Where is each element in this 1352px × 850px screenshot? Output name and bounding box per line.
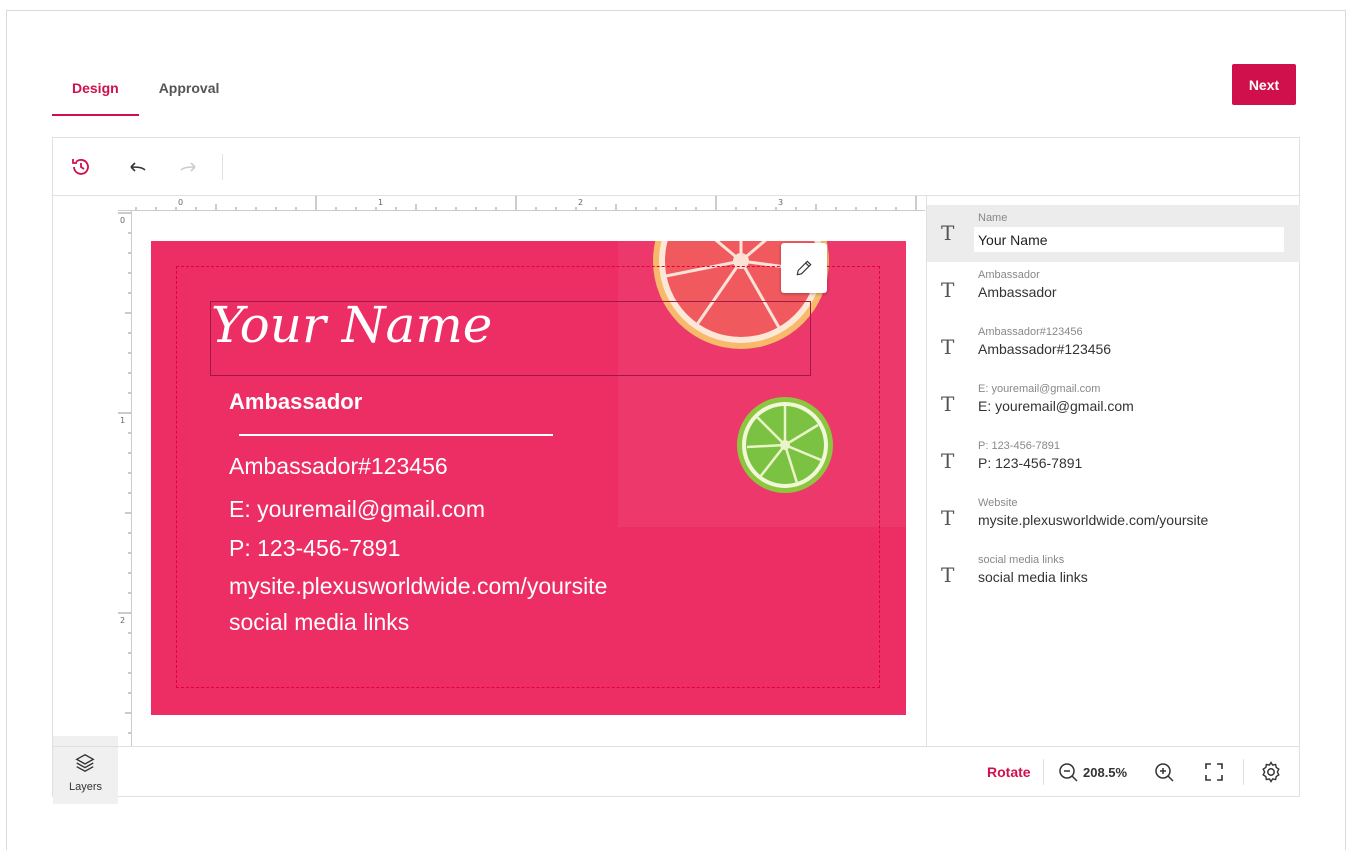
field-row-ambassador[interactable]: T Ambassador Ambassador <box>927 262 1300 319</box>
card-phone-text[interactable]: P: 123-456-7891 <box>229 535 400 562</box>
vertical-ruler: 0 1 2 <box>118 211 132 746</box>
fit-screen-icon[interactable] <box>1202 760 1226 784</box>
card-website-text[interactable]: mysite.plexusworldwide.com/yoursite <box>229 573 607 600</box>
field-row-phone[interactable]: T P: 123-456-7891 P: 123-456-7891 <box>927 433 1300 490</box>
field-value: mysite.plexusworldwide.com/yoursite <box>978 512 1209 528</box>
ruler-label: 2 <box>120 616 125 625</box>
pencil-icon <box>796 260 812 276</box>
left-tool-strip: Layers <box>53 196 118 804</box>
text-type-icon: T <box>941 563 955 587</box>
field-row-id[interactable]: T Ambassador#123456 Ambassador#123456 <box>927 319 1300 376</box>
card-email-text[interactable]: E: youremail@gmail.com <box>229 496 485 523</box>
card-social-text[interactable]: social media links <box>229 609 409 636</box>
field-row-social[interactable]: T social media links social media links <box>927 547 1300 604</box>
text-type-icon: T <box>941 449 955 473</box>
text-type-icon: T <box>941 335 955 359</box>
selection-box <box>210 301 811 376</box>
text-type-icon: T <box>941 506 955 530</box>
field-value: Ambassador <box>978 284 1057 300</box>
edit-text-button[interactable] <box>781 243 827 293</box>
zoom-out-icon[interactable] <box>1056 760 1080 784</box>
card-divider-line[interactable] <box>239 434 553 436</box>
field-label: P: 123-456-7891 <box>978 440 1060 452</box>
design-editor: Layers 0 1 2 3 0 1 2 Your Name Ambassador Amb… <box>52 137 1300 804</box>
editor-toolbar <box>53 138 1299 196</box>
ruler-label: 1 <box>378 198 383 207</box>
zoom-in-icon[interactable] <box>1152 760 1176 784</box>
field-label: Name <box>978 212 1008 224</box>
next-button[interactable]: Next <box>1232 64 1296 105</box>
zoom-level: 208.5% <box>1083 765 1128 780</box>
text-type-icon: T <box>941 392 955 416</box>
ruler-label: 1 <box>120 416 125 425</box>
business-card[interactable]: Your Name Ambassador Ambassador#123456 E… <box>151 241 906 715</box>
card-id-text[interactable]: Ambassador#123456 <box>229 453 448 480</box>
ruler-label: 2 <box>578 198 583 207</box>
redo-icon[interactable] <box>177 155 201 179</box>
bottom-divider <box>1043 759 1044 785</box>
field-value: Ambassador#123456 <box>978 341 1112 357</box>
settings-icon[interactable] <box>1259 760 1283 784</box>
text-fields-panel: T Name T Ambassador Ambassador T Ambassa… <box>926 196 1300 746</box>
field-label: social media links <box>978 554 1065 566</box>
field-label: Ambassador#123456 <box>978 326 1083 338</box>
field-row-website[interactable]: T Website mysite.plexusworldwide.com/you… <box>927 490 1300 547</box>
horizontal-ruler: 0 1 2 3 <box>118 196 925 211</box>
rotate-button[interactable]: Rotate <box>987 764 1031 780</box>
field-label: Website <box>978 497 1018 509</box>
ruler-label: 0 <box>120 216 125 225</box>
tab-approval[interactable]: Approval <box>139 64 240 116</box>
undo-icon[interactable] <box>125 155 149 179</box>
bottom-divider <box>1243 759 1244 785</box>
field-row-name[interactable]: T Name <box>927 205 1300 262</box>
text-type-icon: T <box>941 278 955 302</box>
field-row-email[interactable]: T E: youremail@gmail.com E: youremail@gm… <box>927 376 1300 433</box>
text-type-icon: T <box>941 221 955 245</box>
design-canvas[interactable]: Your Name Ambassador Ambassador#123456 E… <box>132 211 925 746</box>
toolbar-divider <box>222 154 223 180</box>
tab-bar: Design Approval <box>52 64 239 116</box>
field-label: E: youremail@gmail.com <box>978 383 1101 395</box>
field-value: P: 123-456-7891 <box>978 455 1083 471</box>
ruler-label: 0 <box>178 198 183 207</box>
field-value: social media links <box>978 569 1088 585</box>
ruler-label: 3 <box>778 198 783 207</box>
tab-design[interactable]: Design <box>52 64 139 116</box>
bottom-toolbar: Rotate 208.5% <box>53 746 1299 796</box>
field-label: Ambassador <box>978 269 1040 281</box>
name-field-input[interactable] <box>974 227 1284 252</box>
field-value: E: youremail@gmail.com <box>978 398 1134 414</box>
card-title-text[interactable]: Ambassador <box>229 389 362 415</box>
history-icon[interactable] <box>69 155 93 179</box>
